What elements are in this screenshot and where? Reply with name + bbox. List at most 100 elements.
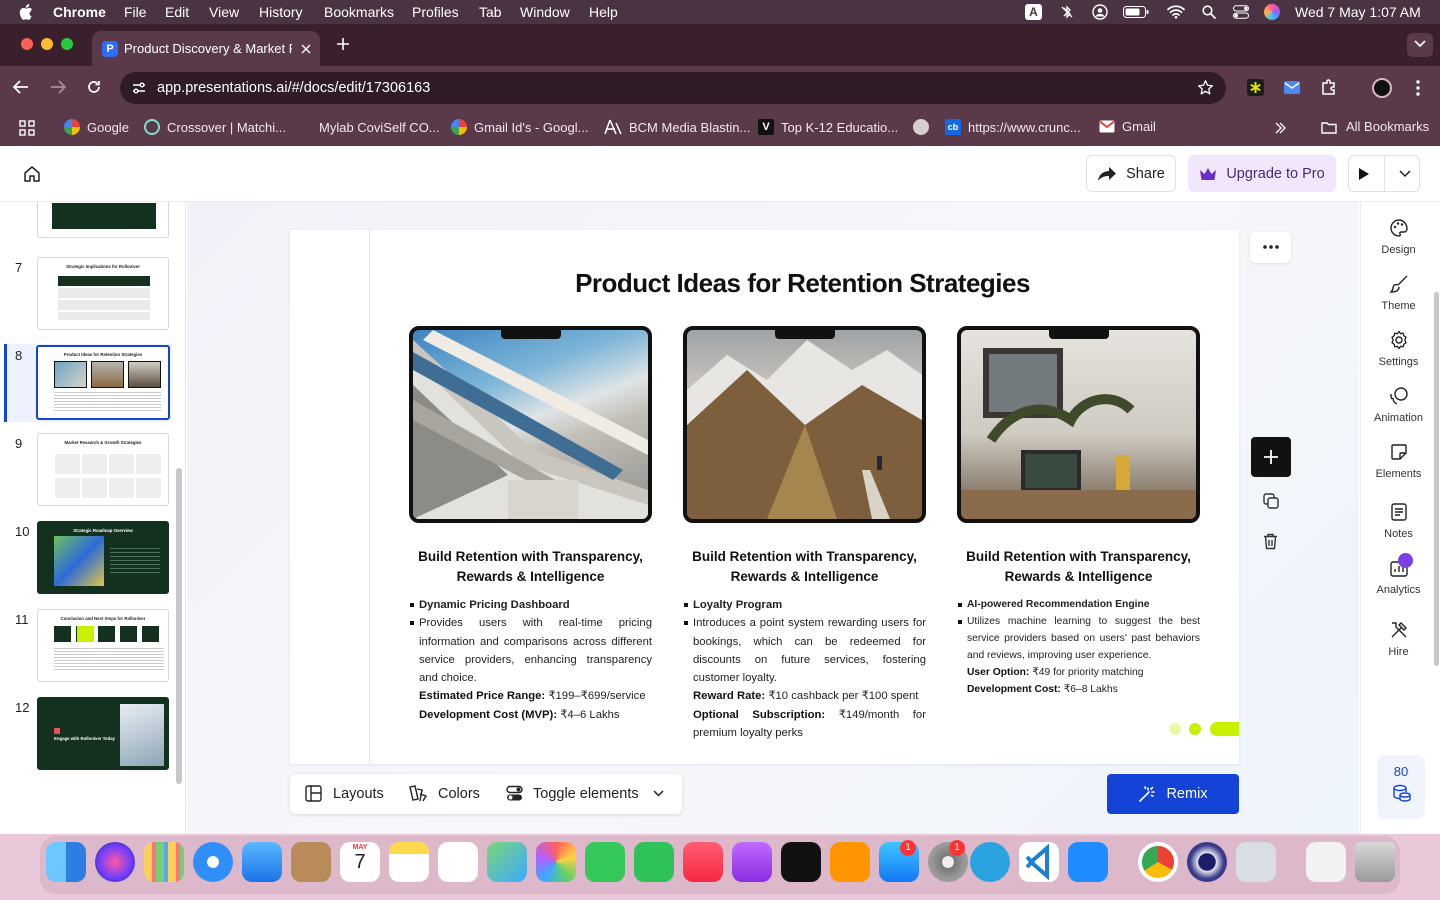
menu-view[interactable]: View bbox=[209, 4, 239, 20]
apple-icon[interactable] bbox=[19, 4, 33, 20]
dock-telegram-icon[interactable] bbox=[970, 842, 1010, 882]
dock-finder-icon[interactable] bbox=[46, 842, 86, 882]
all-bookmarks[interactable]: All Bookmarks bbox=[1346, 119, 1429, 134]
dock-chrome-icon[interactable] bbox=[1138, 842, 1178, 882]
share-button[interactable]: Share bbox=[1086, 155, 1176, 192]
bookmark-crunchbase[interactable] bbox=[913, 119, 929, 135]
more-bookmarks-chevron-icon[interactable] bbox=[1274, 122, 1286, 134]
menu-app-name[interactable]: Chrome bbox=[53, 4, 106, 20]
input-source-icon[interactable]: A bbox=[1025, 4, 1042, 20]
dock-vscode-icon[interactable] bbox=[1019, 842, 1059, 882]
card-image-mountain[interactable] bbox=[683, 326, 926, 523]
card-heading[interactable]: Build Retention with Transparency, Reward… bbox=[957, 547, 1200, 587]
settings-tool[interactable]: Settings bbox=[1361, 330, 1436, 368]
bookmark-mylab[interactable]: Mylab CoviSelf CO... bbox=[296, 119, 440, 135]
slide-thumbnail-6[interactable] bbox=[37, 202, 169, 238]
bookmark-gmail-ids[interactable]: Gmail Id's - Googl... bbox=[451, 119, 588, 135]
dock-maps-icon[interactable] bbox=[487, 842, 527, 882]
card-body[interactable]: Dynamic Pricing Dashboard Provides users… bbox=[409, 596, 652, 724]
present-button-group[interactable] bbox=[1348, 155, 1420, 192]
play-icon[interactable] bbox=[1358, 167, 1370, 181]
slide-thumbnail-11[interactable]: Conclusion and Next Steps for Rolloniver bbox=[37, 609, 169, 682]
dock-books-icon[interactable] bbox=[830, 842, 870, 882]
dock-messages-icon[interactable] bbox=[585, 842, 625, 882]
siri-icon[interactable] bbox=[1264, 4, 1280, 20]
dock-appletv-icon[interactable] bbox=[781, 842, 821, 882]
card-image-architecture[interactable] bbox=[409, 326, 652, 523]
dock-contacts-icon[interactable] bbox=[291, 842, 331, 882]
bookmark-google[interactable]: Google bbox=[64, 119, 129, 135]
dock-trash-icon[interactable] bbox=[1355, 842, 1395, 882]
layouts-button[interactable]: Layouts bbox=[305, 785, 384, 802]
bookmark-crunchbase-link[interactable]: cb https://www.crunc... bbox=[945, 119, 1081, 135]
dock-reminders-icon[interactable] bbox=[438, 842, 478, 882]
control-center-icon[interactable] bbox=[1233, 5, 1249, 19]
back-arrow-icon[interactable] bbox=[13, 80, 29, 94]
menu-history[interactable]: History bbox=[259, 4, 303, 20]
address-bar[interactable]: app.presentations.ai/#/docs/edit/1730616… bbox=[120, 72, 1226, 104]
site-settings-icon[interactable] bbox=[131, 80, 147, 96]
bookmark-star-icon[interactable] bbox=[1197, 79, 1214, 96]
spotlight-search-icon[interactable] bbox=[1202, 5, 1216, 19]
minimize-window-button[interactable] bbox=[41, 38, 53, 50]
delete-slide-icon[interactable] bbox=[1263, 533, 1278, 550]
slide-thumbnail-7[interactable]: Strategic Implications for Rolloniver bbox=[37, 257, 169, 330]
dock-calendar-icon[interactable]: MAY 7 bbox=[340, 842, 380, 882]
dock-launchpad-icon[interactable] bbox=[144, 842, 184, 882]
slide-title[interactable]: Product Ideas for Retention Strategies bbox=[290, 268, 1315, 299]
card-heading[interactable]: Build Retention with Transparency, Reward… bbox=[409, 547, 652, 587]
tab-search-button[interactable] bbox=[1407, 33, 1433, 57]
card-image-laptop-desk[interactable] bbox=[957, 326, 1200, 523]
dock-app-icon[interactable] bbox=[1187, 842, 1227, 882]
thumbnails-scrollbar[interactable] bbox=[176, 468, 182, 784]
add-slide-button[interactable] bbox=[1251, 437, 1291, 477]
menu-profiles[interactable]: Profiles bbox=[412, 4, 459, 20]
user-circle-icon[interactable] bbox=[1092, 4, 1108, 20]
card-heading[interactable]: Build Retention with Transparency, Reward… bbox=[683, 547, 926, 587]
menu-file[interactable]: File bbox=[124, 4, 147, 20]
dock-safari-icon[interactable] bbox=[193, 842, 233, 882]
bookmark-top-k12[interactable]: V Top K-12 Educatio... bbox=[758, 119, 898, 135]
hire-tool[interactable]: Hire bbox=[1361, 620, 1436, 658]
dock-documents-icon[interactable] bbox=[1306, 842, 1346, 882]
menu-tab[interactable]: Tab bbox=[479, 4, 502, 20]
maximize-window-button[interactable] bbox=[61, 38, 73, 50]
slide-thumbnail-8[interactable]: Product Ideas for Retention Strategies bbox=[36, 345, 170, 420]
dock-music-icon[interactable] bbox=[683, 842, 723, 882]
slide-thumbnail-10[interactable]: Strategic Roadmap Overview bbox=[37, 521, 169, 594]
dock-podcasts-icon[interactable] bbox=[732, 842, 772, 882]
slide-thumbnail-9[interactable]: Market Research & Growth Strategies bbox=[37, 433, 169, 506]
card-body[interactable]: AI-powered Recommendation Engine Utilize… bbox=[957, 596, 1200, 698]
tools-scrollbar[interactable] bbox=[1434, 292, 1439, 666]
mail-extension-icon[interactable] bbox=[1283, 80, 1301, 95]
slide-8[interactable]: Product Ideas for Retention Strategies B… bbox=[290, 230, 1239, 764]
slide-more-options-button[interactable] bbox=[1250, 232, 1291, 263]
folder-icon[interactable] bbox=[1321, 121, 1337, 134]
bookmark-gmail[interactable]: Gmail bbox=[1099, 119, 1156, 134]
dock-mail-icon[interactable] bbox=[242, 842, 282, 882]
dock-notes-icon[interactable] bbox=[389, 842, 429, 882]
apps-grid-icon[interactable] bbox=[19, 120, 35, 136]
animation-tool[interactable]: Animation bbox=[1361, 386, 1436, 424]
url-text[interactable]: app.presentations.ai/#/docs/edit/1730616… bbox=[157, 80, 430, 96]
menu-window[interactable]: Window bbox=[520, 4, 570, 20]
new-tab-icon[interactable] bbox=[336, 37, 350, 51]
menubar-clock[interactable]: Wed 7 May 1:07 AM bbox=[1295, 4, 1421, 20]
remix-button[interactable]: Remix bbox=[1107, 774, 1239, 814]
upgrade-to-pro-button[interactable]: Upgrade to Pro bbox=[1188, 155, 1336, 192]
close-tab-icon[interactable] bbox=[301, 44, 311, 54]
chevron-down-icon[interactable] bbox=[1398, 169, 1411, 178]
credits-counter[interactable]: 80 bbox=[1377, 755, 1425, 819]
battery-icon[interactable] bbox=[1123, 6, 1149, 18]
bookmark-bcm-media[interactable]: BCM Media Blastin... bbox=[604, 119, 750, 135]
browser-tab-active[interactable]: P Product Discovery & Market F bbox=[92, 31, 320, 66]
theme-tool[interactable]: Theme bbox=[1361, 274, 1436, 312]
dock-preview-icon[interactable] bbox=[1236, 842, 1276, 882]
design-tool[interactable]: Design bbox=[1361, 218, 1436, 256]
dock-photos-icon[interactable] bbox=[536, 842, 576, 882]
reload-icon[interactable] bbox=[86, 79, 102, 95]
dock-facetime-icon[interactable] bbox=[634, 842, 674, 882]
dock-siri-icon[interactable] bbox=[95, 842, 135, 882]
dock-toolbox-icon[interactable] bbox=[1068, 842, 1108, 882]
extension-asterisk-icon[interactable] bbox=[1247, 79, 1264, 96]
